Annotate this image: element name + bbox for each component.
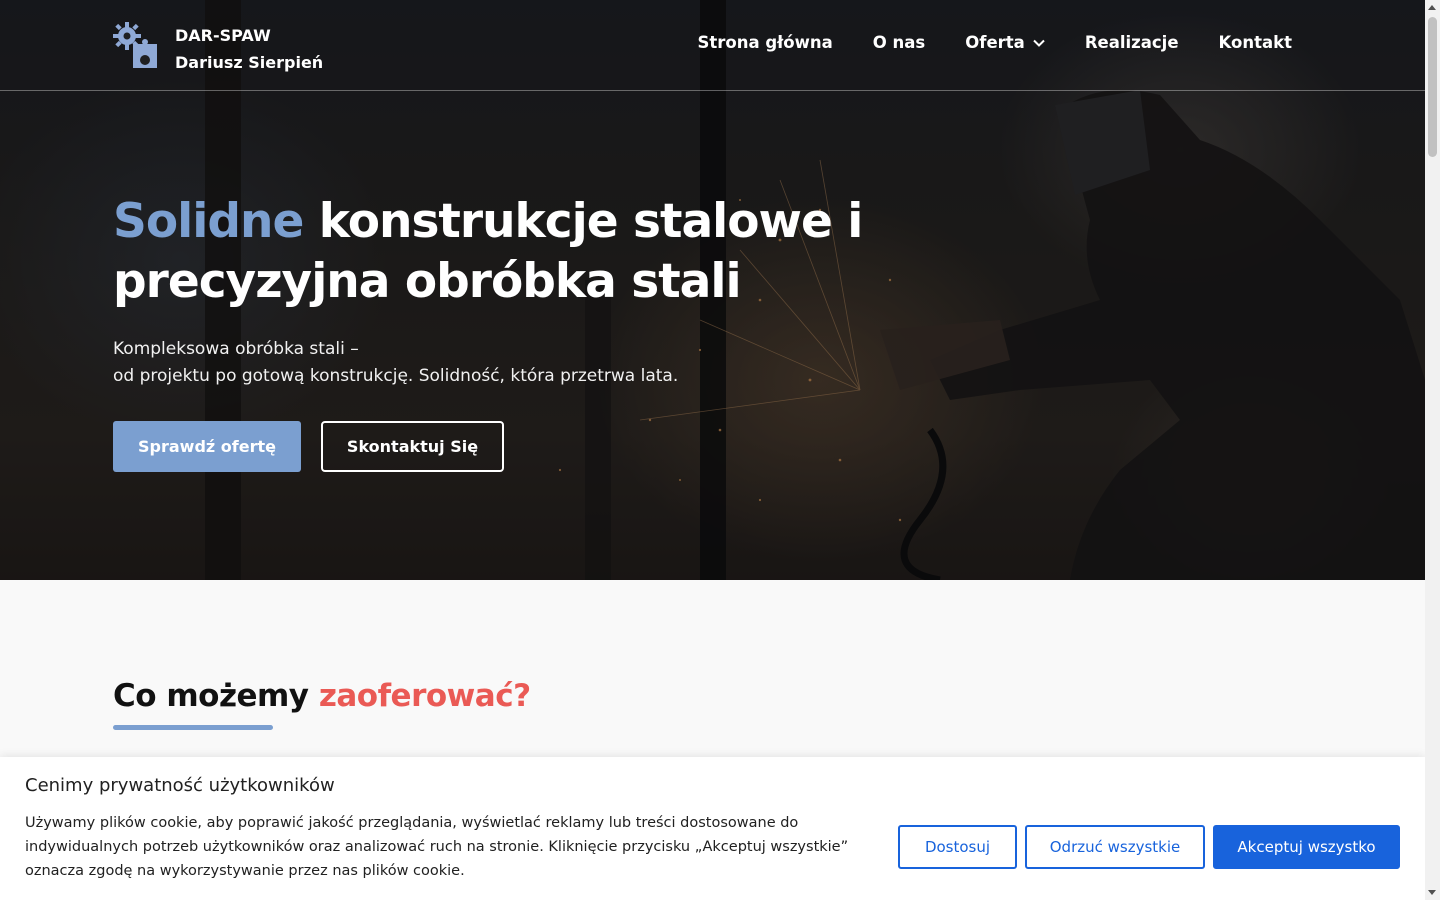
nav-item-contact[interactable]: Kontakt [1219,33,1292,52]
nav-item-offer[interactable]: Oferta [965,33,1045,52]
accept-all-button[interactable]: Akceptuj wszystko [1213,825,1400,869]
title-underline [113,725,273,730]
scroll-down-arrow-icon[interactable] [1428,890,1436,895]
nav-item-about[interactable]: O nas [873,33,925,52]
customize-button[interactable]: Dostosuj [898,825,1017,869]
brand-name-line1: DAR-SPAW [175,26,271,45]
nav-item-label: O nas [872,33,926,52]
nav-item-label: Kontakt [1218,33,1292,52]
cookie-banner-title: Cenimy prywatność użytkowników [25,775,335,796]
scroll-up-arrow-icon[interactable] [1428,5,1436,10]
offer-title-main: Co możemy [113,678,319,714]
hero-title-accent: Solidne [113,194,304,249]
hero-title: Solidne konstrukcje stalowe i precyzyjna… [113,192,913,312]
hero-subtitle: Kompleksowa obróbka stali – od projektu … [113,336,678,390]
nav-item-label: Strona główna [697,33,833,52]
chevron-down-icon [1033,39,1045,47]
site-header: DAR-SPAW Dariusz Sierpień Strona główna … [0,0,1425,91]
main-nav: Strona główna O nas Oferta Realizacje Ko… [658,33,1293,52]
hero-subtitle-line2: od projektu po gotową konstrukcję. Solid… [113,366,679,386]
nav-item-projects[interactable]: Realizacje [1085,33,1179,52]
offer-title-accent: zaoferować? [318,678,531,714]
brand-name: DAR-SPAW Dariusz Sierpień [175,22,323,76]
check-offer-button[interactable]: Sprawdź ofertę [113,421,301,472]
page-scrollbar[interactable] [1425,0,1440,900]
hero-subtitle-line1: Kompleksowa obróbka stali – [113,339,359,359]
logo[interactable]: DAR-SPAW Dariusz Sierpień [113,22,323,76]
offer-section-title: Co możemy zaoferować? [113,678,531,714]
brand-name-line2: Dariusz Sierpień [175,53,324,72]
cookie-banner: Cenimy prywatność użytkowników Używamy p… [0,757,1425,900]
cookie-banner-text: Używamy plików cookie, aby poprawić jako… [25,815,849,879]
gears-icon [113,22,157,68]
nav-item-home[interactable]: Strona główna [698,33,833,52]
nav-item-label: Oferta [965,33,1025,52]
reject-all-button[interactable]: Odrzuć wszystkie [1025,825,1205,869]
contact-us-button[interactable]: Skontaktuj Się [321,421,504,472]
nav-item-label: Realizacje [1084,33,1179,52]
scrollbar-thumb[interactable] [1428,17,1437,157]
